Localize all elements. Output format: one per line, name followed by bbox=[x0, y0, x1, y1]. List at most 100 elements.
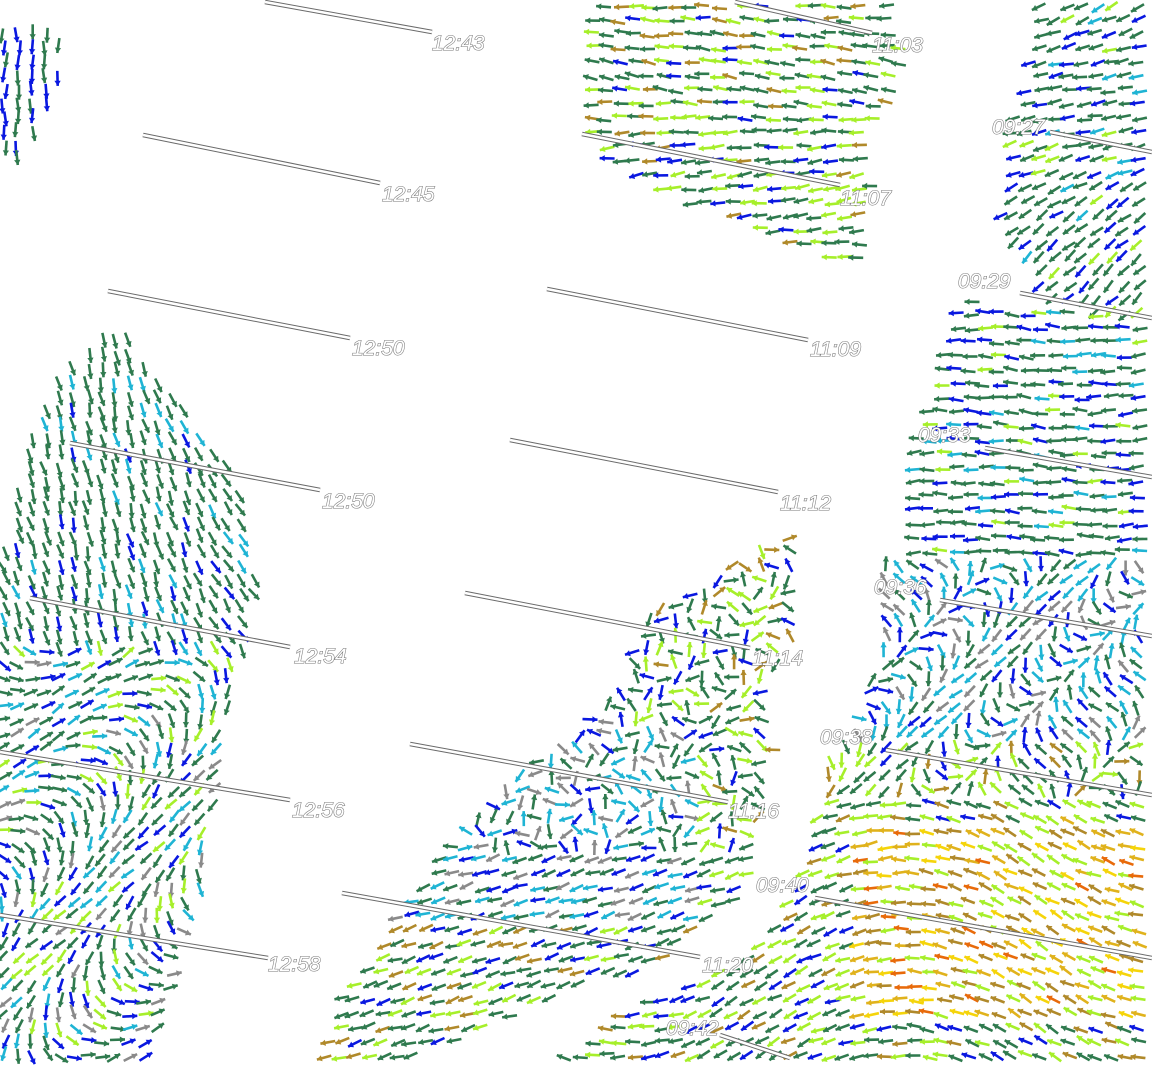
current-arrow-head bbox=[940, 751, 948, 757]
current-arrow-head bbox=[681, 186, 687, 193]
current-arrow-head bbox=[34, 787, 40, 794]
current-arrow-head bbox=[739, 32, 745, 39]
current-arrow-head bbox=[963, 394, 970, 401]
current-arrow-head bbox=[751, 113, 757, 120]
current-arrow-head bbox=[848, 14, 855, 21]
current-arrow-head bbox=[975, 394, 981, 402]
current-arrow-head bbox=[75, 742, 81, 749]
current-arrow-head bbox=[1062, 353, 1069, 360]
current-arrow-head bbox=[965, 505, 971, 512]
current-arrow-head bbox=[1060, 338, 1066, 345]
current-arrow-head bbox=[905, 521, 911, 529]
current-arrow-head bbox=[726, 85, 732, 93]
current-arrow-head bbox=[1034, 367, 1040, 374]
current-arrow-head bbox=[964, 549, 970, 556]
current-arrow-head bbox=[851, 116, 857, 123]
current-arrow-head bbox=[837, 253, 843, 260]
current-arrow-head bbox=[158, 981, 164, 989]
current-arrow-head bbox=[1048, 61, 1054, 68]
current-arrow-head bbox=[976, 547, 982, 555]
current-arrow-head bbox=[683, 44, 689, 51]
current-arrow-head bbox=[19, 687, 25, 694]
current-arrow-head bbox=[142, 917, 149, 923]
current-arrow-head bbox=[778, 144, 784, 151]
current-arrow-head bbox=[991, 532, 997, 539]
current-arrow-head bbox=[653, 186, 659, 193]
current-arrow-head bbox=[90, 1051, 96, 1058]
current-arrow-head bbox=[1059, 519, 1065, 526]
current-arrow-head bbox=[809, 168, 815, 175]
current-arrow-head bbox=[640, 129, 646, 137]
current-arrow-head bbox=[684, 59, 690, 66]
current-arrow-head bbox=[132, 690, 138, 697]
current-arrow-head bbox=[1103, 58, 1110, 66]
current-arrow-head bbox=[668, 43, 674, 50]
current-arrow-head bbox=[823, 158, 829, 165]
current-arrow-head bbox=[1117, 509, 1124, 516]
current-arrow-head bbox=[880, 913, 887, 920]
current-arrow-head bbox=[1102, 380, 1108, 388]
current-arrow-head bbox=[965, 640, 972, 646]
current-arrow-head bbox=[1088, 367, 1094, 375]
current-arrow-head bbox=[87, 357, 94, 363]
current-arrow-head bbox=[70, 987, 77, 993]
current-arrow-head bbox=[652, 5, 658, 12]
current-arrow-head bbox=[894, 984, 900, 991]
current-arrow-head bbox=[865, 14, 871, 22]
current-arrow-head bbox=[922, 968, 928, 975]
current-arrow-head bbox=[982, 769, 989, 775]
current-arrow-head bbox=[768, 198, 774, 205]
current-arrow-head bbox=[598, 32, 605, 39]
current-arrow-head bbox=[1037, 565, 1044, 572]
current-arrow-head bbox=[572, 1054, 579, 1061]
current-arrow-head bbox=[655, 100, 662, 107]
current-arrow-head bbox=[936, 448, 943, 455]
current-arrow-head bbox=[654, 57, 660, 64]
current-arrow-head bbox=[905, 815, 911, 822]
current-arrow-head bbox=[1062, 143, 1068, 150]
current-arrow-head bbox=[980, 621, 988, 627]
current-arrow-head bbox=[879, 2, 885, 9]
current-arrow-head bbox=[978, 522, 984, 529]
current-arrow-head bbox=[752, 224, 758, 231]
current-arrow-head bbox=[895, 708, 902, 715]
current-arrow-head bbox=[585, 17, 591, 24]
current-arrow-head bbox=[1004, 478, 1010, 485]
current-arrow-head bbox=[1022, 580, 1030, 587]
current-arrow-head bbox=[934, 395, 940, 403]
current-arrow-head bbox=[1034, 395, 1040, 402]
current-arrow-head bbox=[710, 129, 717, 136]
current-arrow-head bbox=[101, 733, 108, 740]
current-arrow-head bbox=[583, 28, 590, 35]
current-arrow-head bbox=[921, 535, 927, 542]
current-arrow-head bbox=[996, 692, 1004, 698]
current-arrow-head bbox=[963, 536, 969, 544]
current-arrow-head bbox=[781, 87, 787, 95]
current-arrow-head bbox=[627, 113, 633, 120]
current-arrow-head bbox=[851, 141, 858, 149]
current-arrow-head bbox=[918, 505, 924, 512]
current-arrow-head bbox=[1061, 436, 1067, 443]
current-arrow-head bbox=[809, 43, 815, 50]
current-arrow-head bbox=[950, 533, 956, 540]
current-arrow-head bbox=[118, 716, 124, 723]
current-arrow-head bbox=[1020, 381, 1026, 389]
current-arrow-head bbox=[919, 466, 925, 473]
current-arrow-head bbox=[654, 17, 660, 24]
current-arrow-head bbox=[957, 773, 964, 780]
current-arrow-head bbox=[950, 380, 956, 387]
current-arrow-head bbox=[866, 999, 872, 1006]
current-arrow-head bbox=[892, 1040, 898, 1047]
current-arrow-head bbox=[892, 1024, 898, 1031]
current-arrow-head bbox=[739, 70, 745, 77]
current-arrow-head bbox=[960, 367, 966, 375]
current-arrow-head bbox=[920, 900, 927, 908]
current-arrow-head bbox=[104, 1053, 111, 1060]
current-arrow-head bbox=[638, 113, 644, 120]
current-arrow-head bbox=[42, 1014, 49, 1021]
current-arrow-head bbox=[49, 648, 55, 656]
current-arrow-head bbox=[629, 3, 635, 10]
current-arrow-head bbox=[669, 142, 675, 149]
current-arrow-head bbox=[893, 829, 899, 837]
current-arrow-head bbox=[1128, 508, 1134, 515]
